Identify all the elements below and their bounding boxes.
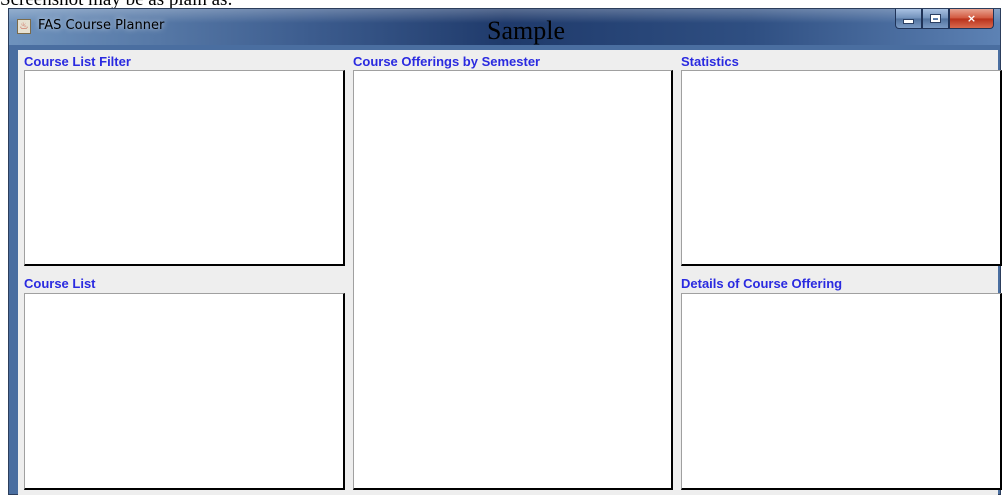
details-label: Details of Course Offering [681, 276, 843, 291]
course-list-label: Course List [24, 276, 96, 291]
course-offerings-panel[interactable] [353, 70, 673, 490]
minimize-icon [903, 19, 914, 24]
page: Screenshot may be as plain as: ♨ FAS Cou… [0, 0, 1002, 495]
statistics-panel[interactable] [681, 70, 1002, 266]
course-list-filter-panel[interactable] [24, 70, 345, 266]
course-list-panel[interactable] [24, 293, 345, 490]
sample-watermark: Sample [487, 16, 565, 45]
app-window: ♨ FAS Course Planner Sample × Course Lis… [8, 8, 1002, 495]
close-icon: × [966, 12, 977, 25]
maximize-icon [930, 14, 941, 23]
course-offerings-label: Course Offerings by Semester [353, 54, 541, 69]
client-area: Course List Filter Course List Course Of… [18, 50, 1002, 495]
title-bar[interactable]: ♨ FAS Course Planner Sample × [9, 9, 1000, 45]
maximize-button[interactable] [922, 9, 949, 29]
statistics-label: Statistics [681, 54, 739, 69]
window-controls: × [895, 9, 994, 31]
minimize-button[interactable] [895, 9, 922, 29]
details-panel[interactable] [681, 293, 1002, 490]
close-button[interactable]: × [949, 9, 994, 29]
java-coffee-icon[interactable]: ♨ [17, 19, 31, 34]
course-list-filter-label: Course List Filter [24, 54, 131, 69]
window-title: FAS Course Planner [38, 18, 165, 33]
